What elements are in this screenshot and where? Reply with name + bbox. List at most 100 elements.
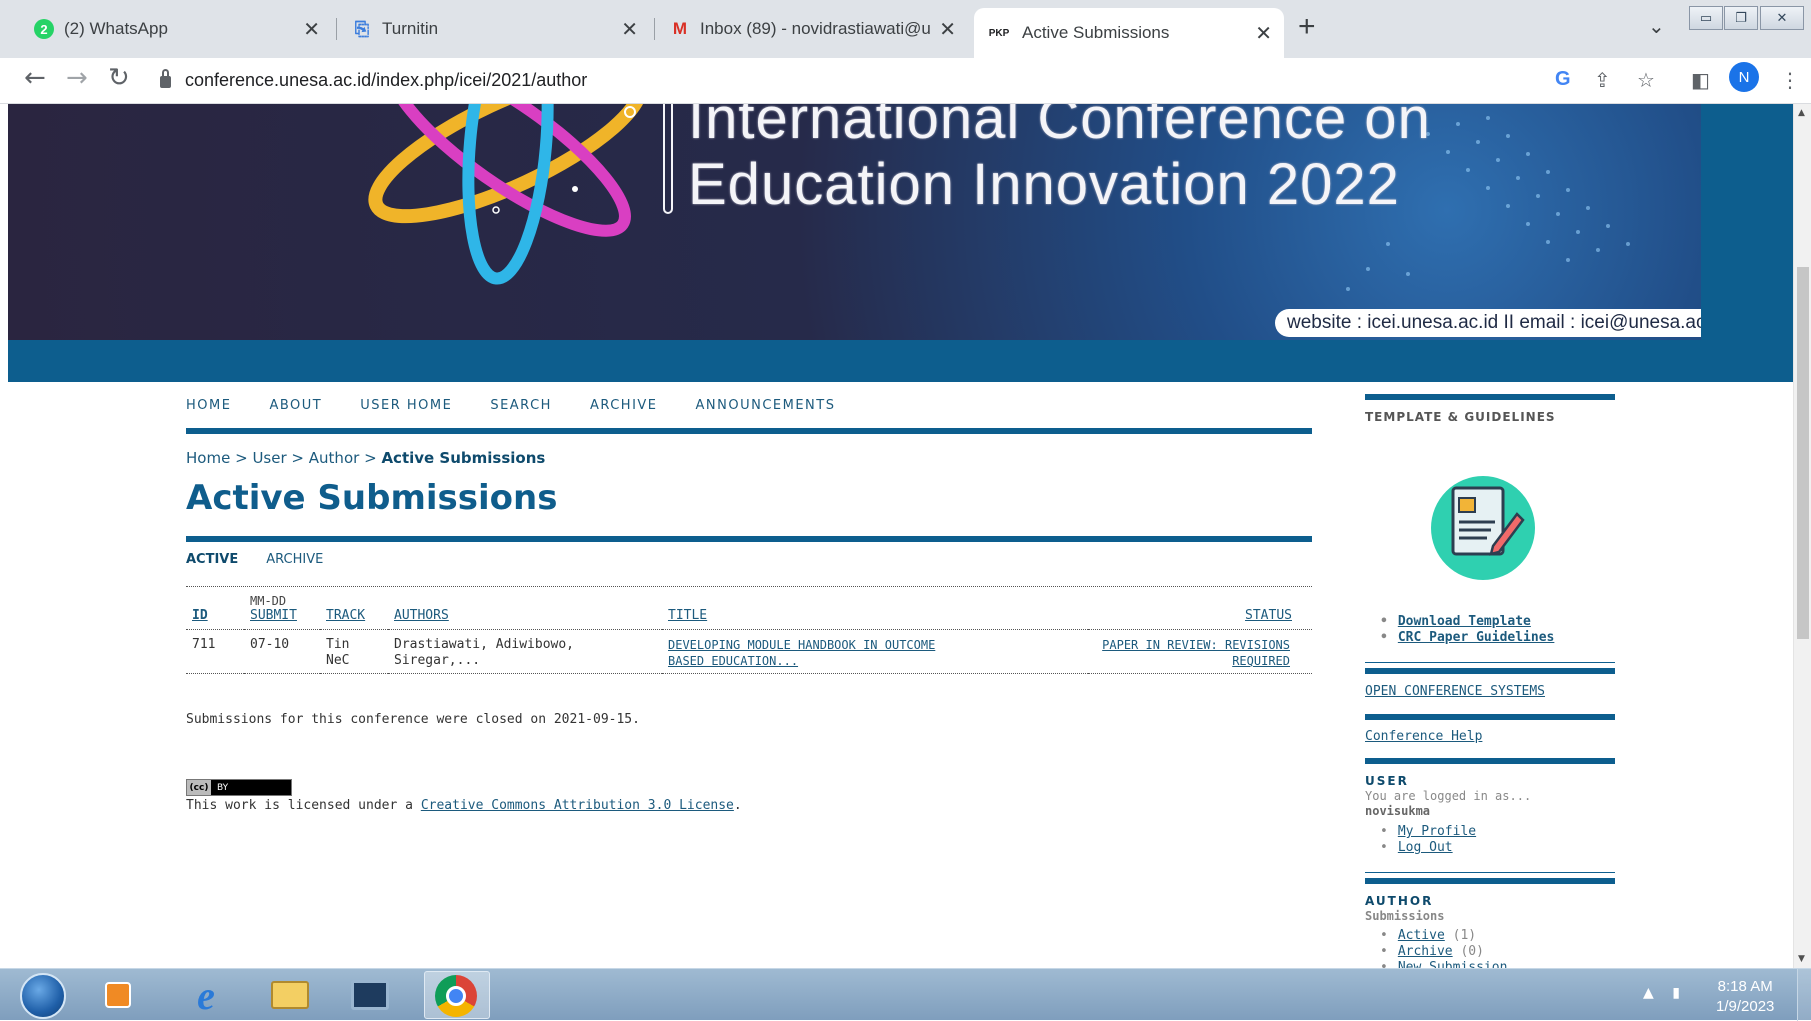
taskbar-clock[interactable]: 8:18 AM 1/9/2023 — [1716, 977, 1774, 1017]
log-out-link[interactable]: Log Out — [1398, 840, 1453, 855]
col-mmdd-label: MM-DD — [250, 594, 287, 608]
title-line1: DEVELOPING MODULE HANDBOOK IN OUTCOME — [668, 638, 936, 652]
page-title: Active Submissions — [186, 478, 558, 518]
nav-search[interactable]: SEARCH — [490, 398, 552, 413]
sort-track-link[interactable]: TRACK — [326, 608, 365, 623]
close-icon[interactable]: ✕ — [939, 17, 956, 42]
breadcrumb-home[interactable]: Home — [186, 449, 230, 467]
sort-authors-link[interactable]: AUTHORS — [394, 608, 449, 623]
sort-submit-link[interactable]: SUBMIT — [250, 608, 297, 623]
nav-about[interactable]: ABOUT — [269, 398, 322, 413]
page-scrollbar[interactable]: ▲ ▼ — [1793, 104, 1811, 968]
chrome-taskbar-button[interactable] — [424, 971, 490, 1019]
gmail-icon: M — [672, 19, 688, 38]
close-window-button[interactable]: ✕ — [1760, 6, 1804, 30]
google-translate-icon[interactable]: G — [1555, 68, 1571, 91]
list-item: Archive (0) — [1380, 944, 1507, 960]
file-explorer-icon[interactable] — [264, 972, 316, 1018]
sidebar-rule — [1365, 758, 1615, 764]
col-id: ID — [186, 594, 244, 630]
close-icon[interactable]: ✕ — [1255, 21, 1272, 46]
side-panel-icon[interactable]: ◧ — [1691, 68, 1710, 92]
nav-user-home[interactable]: USER HOME — [360, 398, 452, 413]
active-count: (1) — [1452, 928, 1477, 943]
download-template-link[interactable]: Download Template — [1398, 614, 1531, 629]
scroll-down-arrow-icon[interactable]: ▼ — [1798, 954, 1805, 964]
bookmark-star-icon[interactable]: ☆ — [1637, 68, 1655, 92]
tab-gmail[interactable]: M Inbox (89) - novidrastiawati@une ✕ — [658, 8, 968, 50]
conference-help-link[interactable]: Conference Help — [1365, 729, 1482, 744]
minimize-button[interactable]: ▭ — [1689, 6, 1723, 30]
new-submission-link[interactable]: New Submission — [1398, 960, 1508, 968]
tray-expand-icon[interactable]: ▲ — [1643, 985, 1654, 1001]
tab-title: Inbox (89) - novidrastiawati@une — [700, 19, 932, 38]
breadcrumb-author[interactable]: Author — [309, 449, 360, 467]
crc-guidelines-link[interactable]: CRC Paper Guidelines — [1398, 630, 1555, 645]
submissions-label: Submissions — [1365, 909, 1445, 923]
menu-kebab-icon[interactable]: ⋮ — [1780, 68, 1800, 92]
battery-icon[interactable]: ▮ — [1672, 985, 1680, 1001]
browser-toolbar: ← → ↻ conference.unesa.ac.id/index.php/i… — [0, 58, 1811, 104]
new-tab-button[interactable]: + — [1298, 10, 1316, 44]
tab-search-chevron-icon[interactable]: ⌄ — [1648, 14, 1665, 38]
media-player-icon[interactable] — [92, 972, 144, 1018]
remote-desktop-icon[interactable] — [344, 972, 396, 1018]
ocs-link[interactable]: OPEN CONFERENCE SYSTEMS — [1365, 684, 1545, 699]
nav-announcements[interactable]: ANNOUNCEMENTS — [696, 398, 836, 413]
close-icon[interactable]: ✕ — [621, 17, 638, 42]
profile-avatar[interactable]: N — [1729, 62, 1759, 92]
lock-icon[interactable] — [160, 69, 171, 88]
col-status: STATUS — [1088, 594, 1312, 630]
help-block: Conference Help — [1365, 729, 1482, 744]
share-icon[interactable]: ⇪ — [1594, 68, 1611, 92]
cc-license-badge[interactable]: (cc) BY — [186, 779, 292, 796]
nav-archive[interactable]: ARCHIVE — [590, 398, 658, 413]
forward-arrow-icon[interactable]: → — [66, 63, 88, 93]
submission-status-link[interactable]: PAPER IN REVIEW: REVISIONS REQUIRED — [1102, 638, 1290, 668]
submission-title-link[interactable]: DEVELOPING MODULE HANDBOOK IN OUTCOME BAS… — [668, 638, 935, 668]
my-profile-link[interactable]: My Profile — [1398, 824, 1476, 839]
active-submissions-link[interactable]: Active — [1398, 928, 1445, 943]
col-title: TITLE — [662, 594, 1088, 630]
system-tray[interactable]: ▲ ▮ — [1643, 985, 1680, 1001]
tab-turnitin[interactable]: ⎘ Turnitin ✕ — [340, 8, 650, 50]
tab-title: (2) WhatsApp — [64, 19, 168, 38]
sidebar-rule — [1365, 668, 1615, 674]
status-line2: REQUIRED — [1232, 654, 1290, 668]
restore-button[interactable]: ❐ — [1724, 6, 1758, 30]
template-document-icon — [1431, 476, 1535, 580]
nav-home[interactable]: HOME — [186, 398, 231, 413]
banner-title-line2: Education Innovation 2022 — [688, 152, 1400, 217]
breadcrumb-user[interactable]: User — [252, 449, 286, 467]
archive-submissions-link[interactable]: Archive — [1398, 944, 1453, 959]
cell-id: 711 — [192, 637, 216, 652]
internet-explorer-icon[interactable]: e — [180, 972, 232, 1018]
whatsapp-icon: 2 — [34, 19, 54, 39]
sidebar-rule — [1365, 394, 1615, 400]
close-icon[interactable]: ✕ — [303, 17, 320, 42]
tab-active[interactable]: ACTIVE — [186, 552, 238, 567]
license-suffix: . — [733, 798, 742, 813]
sort-status-link[interactable]: STATUS — [1245, 608, 1292, 623]
authors-line1: Drastiawati, Adiwibowo, — [394, 637, 575, 652]
license-text: This work is licensed under a Creative C… — [186, 798, 742, 813]
turnitin-icon: ⎘ — [354, 18, 370, 39]
tab-active-submissions[interactable]: PKP Active Submissions ✕ — [974, 8, 1284, 58]
col-track: TRACK — [320, 594, 388, 630]
license-link[interactable]: Creative Commons Attribution 3.0 License — [421, 798, 734, 813]
sidebar-user-heading: USER — [1365, 774, 1409, 788]
tab-archive[interactable]: ARCHIVE — [266, 552, 323, 567]
scrollbar-thumb[interactable] — [1797, 267, 1809, 639]
scroll-up-arrow-icon[interactable]: ▲ — [1798, 108, 1805, 118]
show-desktop-button[interactable] — [1797, 969, 1811, 1021]
start-button[interactable] — [20, 973, 66, 1019]
sort-title-link[interactable]: TITLE — [668, 608, 707, 623]
chrome-icon — [435, 975, 477, 1017]
address-bar[interactable]: conference.unesa.ac.id/index.php/icei/20… — [160, 63, 1560, 97]
tab-whatsapp[interactable]: 2 (2) WhatsApp ✕ — [22, 8, 332, 50]
back-arrow-icon[interactable]: ← — [24, 63, 46, 93]
reload-icon[interactable]: ↻ — [108, 63, 130, 93]
cell-authors: Drastiawati, Adiwibowo, Siregar,... — [388, 630, 662, 674]
author-links: Active (1) Archive (0) New Submission — [1380, 928, 1508, 968]
sort-id-link[interactable]: ID — [192, 608, 208, 623]
